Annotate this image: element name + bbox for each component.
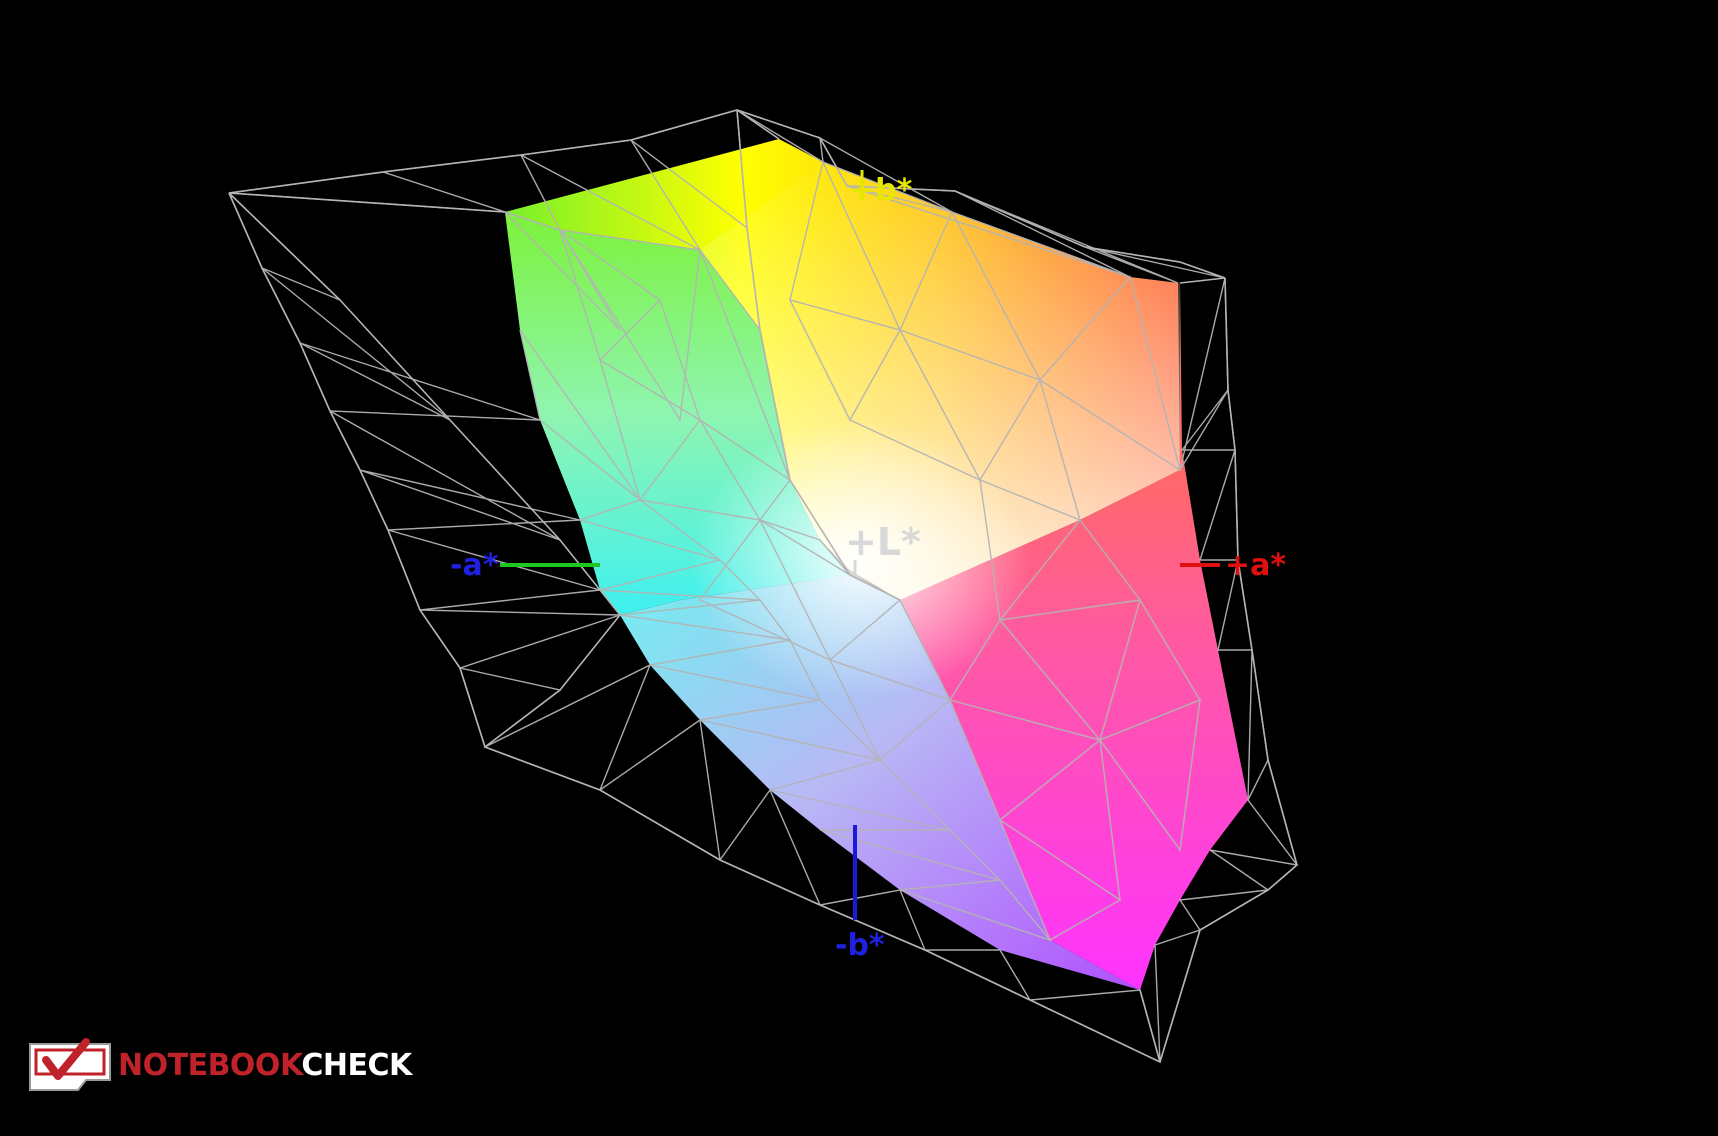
notebookcheck-logo: NOTEBOOKCHECK bbox=[26, 1036, 412, 1096]
logo-wordmark: NOTEBOOKCHECK bbox=[118, 1049, 412, 1083]
checkmark-laptop-icon bbox=[29, 1038, 111, 1091]
axis-label-minus-b: -b* bbox=[835, 928, 885, 963]
gamut-diagram: +b* -a* +a* -b* +L* bbox=[228, 109, 1299, 1064]
logo-name-part1: NOTEBOOK bbox=[118, 1048, 302, 1083]
logo-name-part2: CHECK bbox=[301, 1048, 412, 1083]
axis-label-plus-a: +a* bbox=[1225, 548, 1286, 583]
axis-label-plus-L: +L* bbox=[845, 520, 921, 564]
axis-label-minus-a: -a* bbox=[450, 548, 499, 583]
axis-label-plus-b: +b* bbox=[850, 173, 913, 208]
gamut-viewer: +b* -a* +a* -b* +L* NOTEBOOKCHECK bbox=[0, 0, 1718, 1136]
